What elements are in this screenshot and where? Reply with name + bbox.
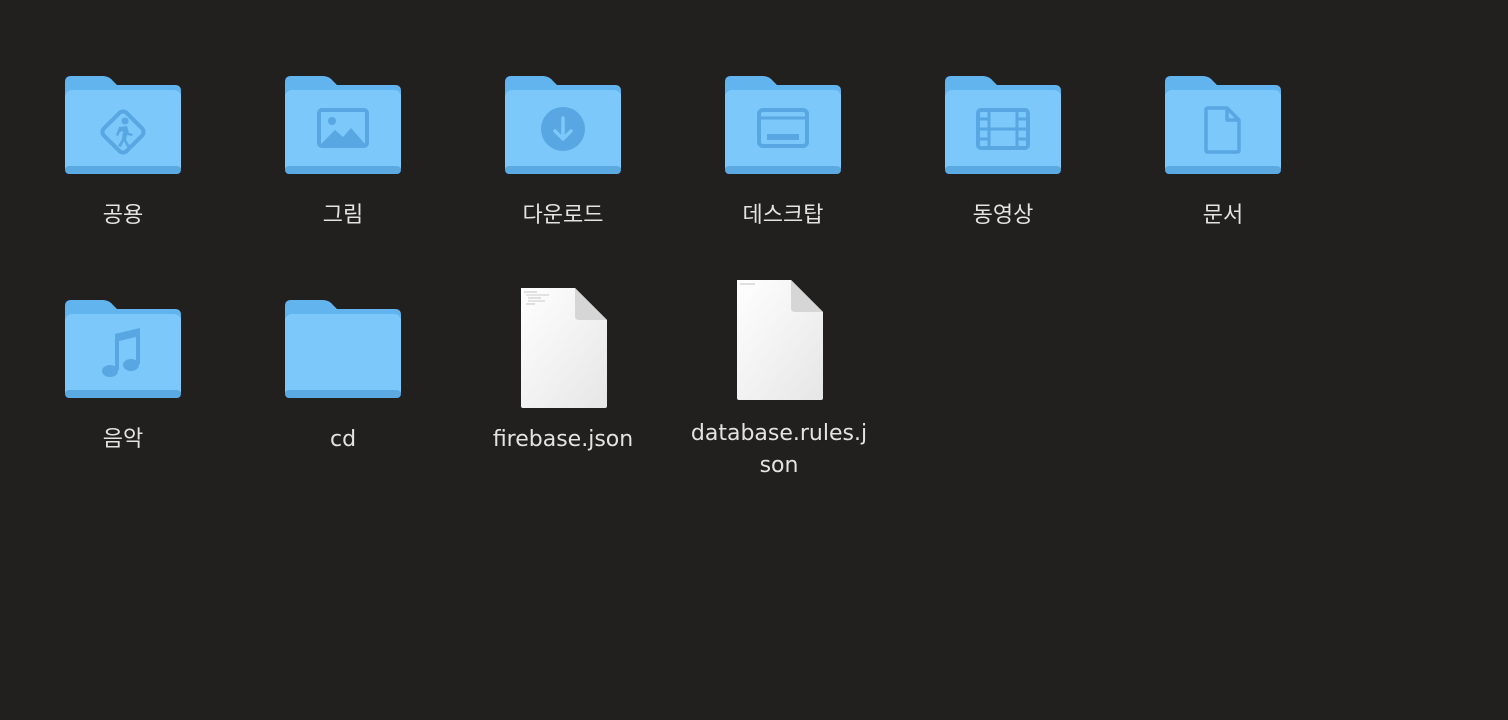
json-file-icon: [519, 286, 609, 410]
folder-music[interactable]: 음악: [13, 294, 233, 514]
item-label: 그림: [322, 203, 364, 228]
item-label: 음악: [102, 427, 144, 452]
folder-desktop[interactable]: 데스크탑: [673, 70, 893, 290]
folder-cd[interactable]: cd: [233, 294, 453, 514]
folder-movies[interactable]: 동영상: [893, 70, 1113, 290]
item-label: 다운로드: [522, 203, 604, 228]
folder-icon: [283, 70, 403, 174]
folder-icon: [503, 70, 623, 174]
item-label: cd: [329, 427, 357, 452]
folder-icon: [723, 70, 843, 174]
json-file-icon: [735, 278, 825, 402]
item-label: 문서: [1202, 203, 1244, 228]
finder-icon-view: 공용 그림 다운로드 데스크탑 동영상 문서 음악 cd firebase.js…: [0, 0, 1508, 720]
item-label: database.rules.json: [690, 421, 868, 478]
item-label: 동영상: [972, 203, 1034, 228]
item-label: 데스크탑: [742, 203, 824, 228]
file-database-rules-json[interactable]: database.rules.json: [669, 276, 889, 496]
folder-icon: [283, 294, 403, 398]
folder-downloads[interactable]: 다운로드: [453, 70, 673, 290]
item-label: firebase.json: [492, 427, 634, 452]
folder-public[interactable]: 공용: [13, 70, 233, 290]
folder-icon: [63, 70, 183, 174]
folder-documents[interactable]: 문서: [1113, 70, 1333, 290]
folder-icon: [943, 70, 1063, 174]
file-firebase-json[interactable]: firebase.json: [453, 284, 673, 504]
folder-pictures[interactable]: 그림: [233, 70, 453, 290]
download-icon: [541, 107, 585, 151]
item-label: 공용: [102, 203, 144, 228]
folder-icon: [1163, 70, 1283, 174]
folder-icon: [63, 294, 183, 398]
